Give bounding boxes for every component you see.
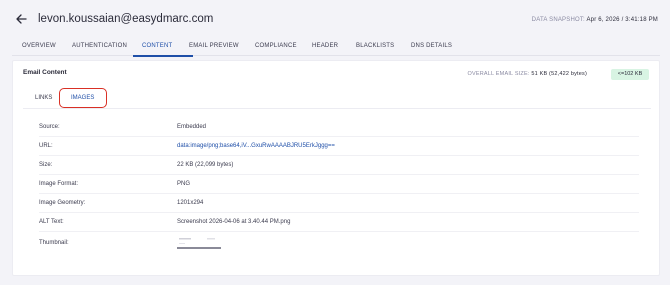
detail-value: 22 KB (22,099 bytes): [177, 162, 234, 168]
active-tab-indicator: [133, 55, 193, 57]
size-limit-badge: <=102 KB: [611, 69, 649, 80]
detail-label: Thumbnail:: [39, 240, 69, 246]
size-label: OVERALL EMAIL SIZE:: [467, 71, 530, 77]
detail-label: Image Format:: [39, 181, 79, 187]
back-arrow-icon[interactable]: [14, 12, 28, 26]
detail-value: 1201x294: [177, 200, 204, 206]
image-details: Source: Embedded URL: data:image/png;bas…: [39, 118, 639, 254]
card-title: Email Content: [23, 69, 67, 76]
tab-content[interactable]: CONTENT: [142, 43, 172, 49]
tab-header[interactable]: HEADER: [312, 43, 338, 49]
detail-label: ALT Text:: [39, 219, 64, 225]
tab-authentication[interactable]: AUTHENTICATION: [72, 43, 127, 49]
image-url-link[interactable]: data:image/png;base64,iV...GxuRwAAAABJRU…: [177, 143, 335, 149]
tab-compliance[interactable]: COMPLIANCE: [255, 43, 297, 49]
tab-overview[interactable]: OVERVIEW: [22, 43, 56, 49]
subtab-links[interactable]: LINKS: [35, 95, 52, 101]
size-value: 51 KB (52,422 bytes): [531, 71, 587, 77]
thumbnail-image[interactable]: [177, 236, 221, 250]
detail-row-source: Source: Embedded: [39, 118, 639, 137]
data-snapshot: DATA SNAPSHOT: Apr 6, 2026 / 3:41:18 PM: [532, 17, 658, 23]
main-tabs: OVERVIEW AUTHENTICATION CONTENT EMAIL PR…: [12, 40, 660, 57]
page-header: levon.koussaian@easydmarc.com DATA SNAPS…: [0, 0, 670, 40]
email-content-card: Email Content OVERALL EMAIL SIZE: 51 KB …: [12, 60, 660, 276]
snapshot-value: Apr 6, 2026 / 3:41:18 PM: [586, 17, 658, 23]
detail-row-alt-text: ALT Text: Screenshot 2026-04-06 at 3.40.…: [39, 213, 639, 232]
subtab-images[interactable]: IMAGES: [71, 95, 94, 101]
content-subtabs: LINKS IMAGES: [23, 87, 651, 109]
tab-dns-details[interactable]: DNS DETAILS: [411, 43, 452, 49]
detail-row-format: Image Format: PNG: [39, 175, 639, 194]
detail-value: Embedded: [177, 124, 207, 130]
detail-row-url: URL: data:image/png;base64,iV...GxuRwAAA…: [39, 137, 639, 156]
snapshot-label: DATA SNAPSHOT:: [531, 17, 585, 23]
tab-blacklists[interactable]: BLACKLISTS: [356, 43, 394, 49]
detail-label: Image Geometry:: [39, 200, 86, 206]
tab-email-preview[interactable]: EMAIL PREVIEW: [189, 43, 239, 49]
detail-label: Size:: [39, 162, 53, 168]
detail-row-geometry: Image Geometry: 1201x294: [39, 194, 639, 213]
detail-label: URL:: [39, 143, 53, 149]
detail-value: Screenshot 2026-04-06 at 3.40.44 PM.png: [177, 219, 291, 225]
page-title: levon.koussaian@easydmarc.com: [38, 13, 214, 25]
detail-row-thumbnail: Thumbnail:: [39, 232, 639, 254]
overall-email-size: OVERALL EMAIL SIZE: 51 KB (52,422 bytes): [468, 71, 588, 77]
detail-row-size: Size: 22 KB (22,099 bytes): [39, 156, 639, 175]
detail-label: Source:: [39, 124, 60, 130]
detail-value: PNG: [177, 181, 191, 187]
